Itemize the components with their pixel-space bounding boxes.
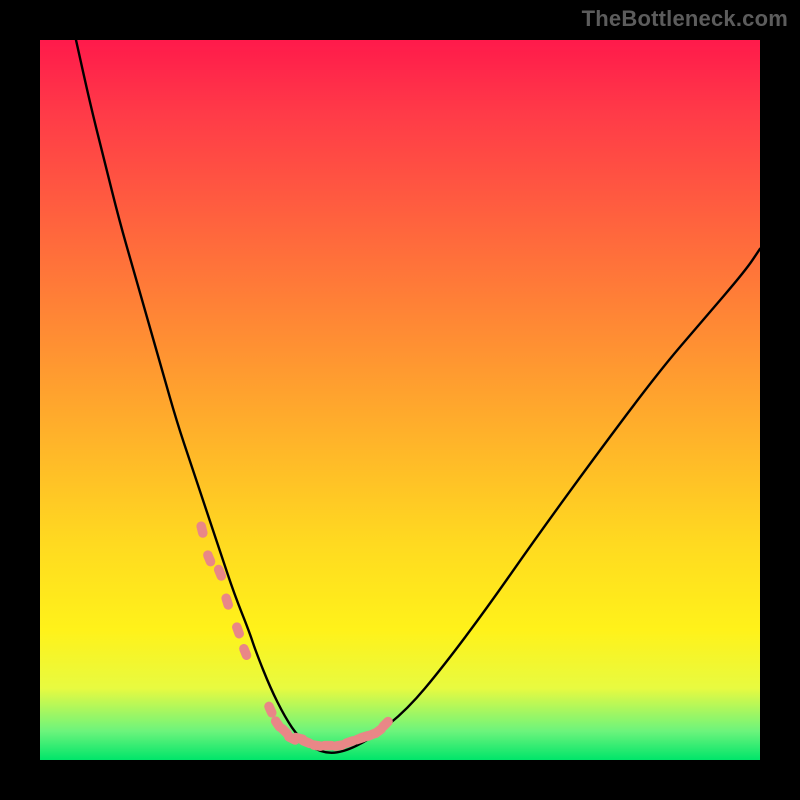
chart-frame: TheBottleneck.com	[0, 0, 800, 800]
curve-marker	[221, 593, 234, 611]
bottleneck-curve	[76, 40, 760, 753]
curve-marker	[231, 621, 245, 639]
curve-marker	[238, 643, 252, 661]
curve-marker	[196, 521, 209, 539]
watermark-text: TheBottleneck.com	[582, 6, 788, 32]
chart-svg	[40, 40, 760, 760]
plot-area	[40, 40, 760, 760]
curve-marker	[263, 700, 278, 718]
marker-group	[196, 521, 395, 752]
curve-marker	[202, 549, 216, 567]
